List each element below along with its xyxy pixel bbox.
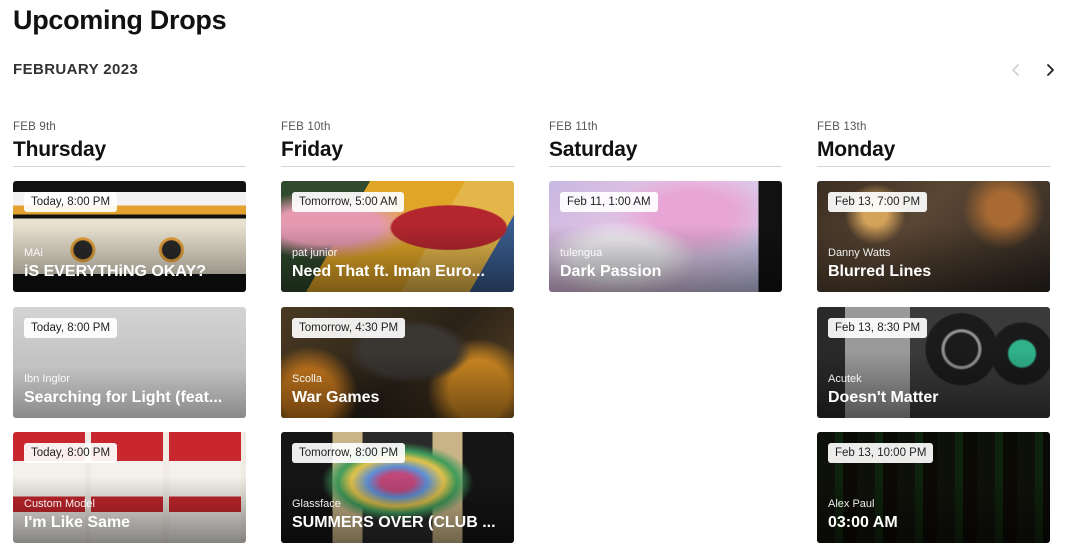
drop-title: Dark Passion [560,263,662,280]
artist-name: Alex Paul [828,498,875,510]
column-day: Monday [817,138,896,161]
release-time-badge: Feb 13, 10:00 PM [828,443,934,463]
column-day: Saturday [549,138,638,161]
next-month-button[interactable] [1038,58,1062,82]
drop-title: War Games [292,389,380,406]
chevron-right-icon [1047,64,1054,76]
drop-title: I'm Like Same [24,514,131,531]
drop-title: SUMMERS OVER (CLUB ... [292,514,496,531]
drop-card[interactable]: Today, 8:00 PM MAi iS EVERYTHiNG OKAY? [13,181,246,292]
column-divider [817,166,1050,167]
artist-name: Glassface [292,498,341,510]
release-time-badge: Today, 8:00 PM [24,443,118,463]
release-time-badge: Feb 11, 1:00 AM [560,192,658,212]
column-date: FEB 9th [13,121,56,133]
column-date: FEB 10th [281,121,331,133]
day-column-friday: FEB 10th Friday [281,121,514,167]
release-time-badge: Tomorrow, 8:00 PM [292,443,406,463]
day-column-thursday: FEB 9th Thursday [13,121,246,167]
drop-card[interactable]: Tomorrow, 4:30 PM Scolla War Games [281,307,514,418]
prev-month-button[interactable] [1004,58,1028,82]
drop-title: iS EVERYTHiNG OKAY? [24,263,206,280]
release-time-badge: Today, 8:00 PM [24,318,118,338]
day-column-monday: FEB 13th Monday [817,121,1050,167]
day-column-saturday: FEB 11th Saturday [549,121,782,167]
release-time-badge: Today, 8:00 PM [24,192,118,212]
column-divider [13,166,246,167]
artist-name: MAi [24,247,43,259]
drop-card[interactable]: Today, 8:00 PM Custom Model I'm Like Sam… [13,432,246,543]
drop-card[interactable]: Today, 8:00 PM Ibn Inglor Searching for … [13,307,246,418]
month-label: FEBRUARY 2023 [13,61,139,78]
column-day: Thursday [13,138,106,161]
page-title: Upcoming Drops [13,5,227,35]
column-date: FEB 11th [549,121,598,133]
release-time-badge: Tomorrow, 4:30 PM [292,318,406,338]
drop-card[interactable]: Feb 11, 1:00 AM tulengua Dark Passion [549,181,782,292]
artist-name: Scolla [292,373,322,385]
drop-title: Doesn't Matter [828,389,939,406]
drop-card[interactable]: Feb 13, 8:30 PM Acutek Doesn't Matter [817,307,1050,418]
column-day: Friday [281,138,343,161]
drop-title: Need That ft. Iman Euro... [292,263,485,280]
column-date: FEB 13th [817,121,867,133]
drop-title: Searching for Light (feat... [24,389,223,406]
release-time-badge: Feb 13, 7:00 PM [828,192,928,212]
drop-title: 03:00 AM [828,514,898,531]
artist-name: Acutek [828,373,862,385]
artist-name: Ibn Inglor [24,373,70,385]
column-divider [549,166,782,167]
release-time-badge: Tomorrow, 5:00 AM [292,192,405,212]
release-time-badge: Feb 13, 8:30 PM [828,318,928,338]
artist-name: Danny Watts [828,247,891,259]
artist-name: tulengua [560,247,603,259]
artist-name: Custom Model [24,498,95,510]
drop-card[interactable]: Feb 13, 10:00 PM Alex Paul 03:00 AM [817,432,1050,543]
chevron-left-icon [1012,64,1019,76]
drop-card[interactable]: Tomorrow, 8:00 PM Glassface SUMMERS OVER… [281,432,514,543]
artist-name: pat junior [292,247,338,259]
drop-title: Blurred Lines [828,263,932,280]
column-divider [281,166,514,167]
drop-card[interactable]: Tomorrow, 5:00 AM pat junior Need That f… [281,181,514,292]
drop-card[interactable]: Feb 13, 7:00 PM Danny Watts Blurred Line… [817,181,1050,292]
